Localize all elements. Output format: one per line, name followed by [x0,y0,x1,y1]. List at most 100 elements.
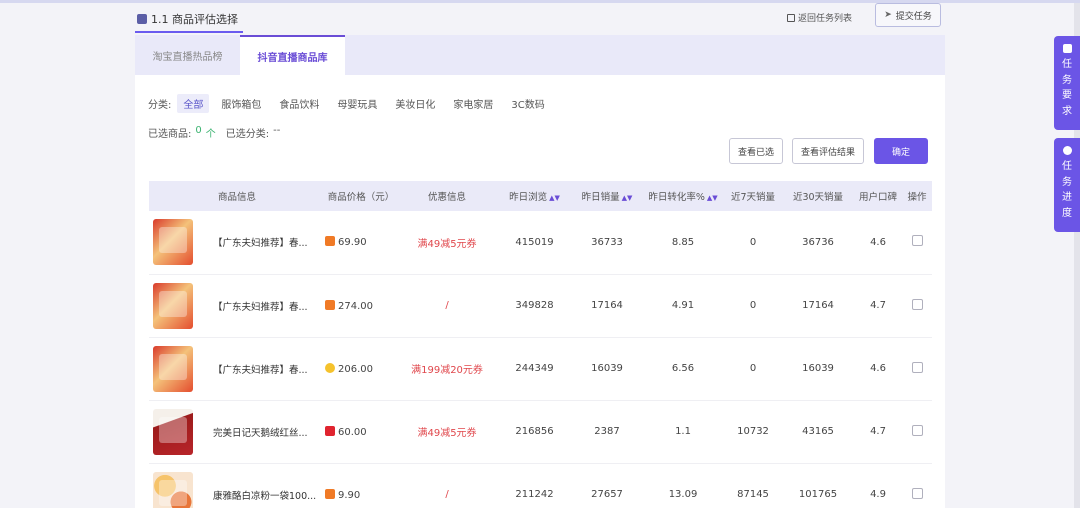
table-row[interactable]: 【广东夫妇推荐】春... 69.90 满49减5元券 415019 36733 8.85 0… [149,211,933,274]
product-image[interactable] [153,219,193,266]
user-rating: 4.9 [870,489,886,500]
task-progress-tab[interactable]: 任 务 进 度 [1054,138,1080,232]
sales-7d: 0 [749,300,757,311]
category-apparel[interactable]: 服饰箱包 [215,94,267,113]
sort-icon[interactable]: ▲▼ [707,194,718,202]
yesterday-sales: 36733 [591,236,623,248]
product-name[interactable]: 完美日记天鹅绒红丝... [197,400,325,463]
product-price: 206.00 [325,337,397,400]
product-panel: 分类: 全部 服饰箱包 食品饮料 母婴玩具 美妆日化 家电家居 3C数码 已选商… [135,75,945,508]
progress-icon [1062,146,1072,155]
view-results-button[interactable]: 查看评估结果 [792,138,864,164]
promo-info: 满49减5元券 [417,428,477,439]
select-checkbox[interactable] [911,298,923,310]
col-sales[interactable]: 昨日销量 ▲▼ [572,181,642,211]
send-icon: ➤ [884,10,892,20]
sort-icon[interactable]: ▲▼ [549,194,560,202]
product-name[interactable]: 【广东夫妇推荐】春... [197,337,325,400]
yesterday-conversion: 1.1 [675,426,691,437]
yesterday-conversion: 6.56 [671,363,695,374]
platform-icon [325,488,336,499]
promo-info: 满199减20元券 [411,365,483,376]
select-checkbox[interactable] [911,361,923,373]
category-all[interactable]: 全部 [177,94,210,113]
category-baby-toys[interactable]: 母婴玩具 [331,94,383,113]
table-row[interactable]: 康雅酪白凉粉一袋100... 9.90 / 211242 27657 13.09 87145… [149,463,932,508]
select-checkbox[interactable] [911,424,923,436]
action-cell [902,400,932,463]
category-filter: 分类: 全部 服饰箱包 食品饮料 母婴玩具 美妆日化 家电家居 3C数码 [148,94,557,113]
yesterday-sales: 17164 [591,300,623,311]
product-name[interactable]: 【广东夫妇推荐】春... [197,211,325,274]
promo-info: / [445,300,449,311]
category-home-appliance[interactable]: 家电家居 [447,94,499,113]
product-image[interactable] [153,282,193,329]
category-food[interactable]: 食品饮料 [273,94,325,113]
product-name[interactable]: 康雅酪白凉粉一袋100... [197,463,325,508]
product-thumb-cell [149,463,197,508]
table-row[interactable]: 【广东夫妇推荐】春... 206.00 满199减20元券 244349 16039 6.… [149,337,933,400]
product-price: 60.00 [325,400,397,463]
col-price: 商品价格（元） [327,192,395,203]
page-title: 1.1 商品评估选择 [137,11,238,27]
sales-7d: 0 [749,363,757,374]
main-content: 1.1 商品评估选择 返回任务列表 ➤ 提交任务 淘宝直播热品榜 抖音直播商品库… [135,3,945,508]
task-requirements-tab[interactable]: 任 务 要 求 [1054,36,1080,130]
product-name[interactable]: 【广东夫妇推荐】春... [197,274,325,337]
action-cell [902,274,932,337]
col-conversion[interactable]: 昨日转化率% ▲▼ [642,181,724,211]
sales-7d: 10732 [737,426,769,437]
product-image[interactable] [153,408,193,455]
col-promo: 优惠信息 [428,192,467,203]
table-row[interactable]: 完美日记天鹅绒红丝... 60.00 满49减5元券 216856 2387 1.1 107… [149,400,933,463]
tab-taobao-live[interactable]: 淘宝直播热品榜 [135,35,240,75]
clipboard-icon [1062,44,1072,53]
confirm-button[interactable]: 确定 [874,138,928,164]
product-price: 274.00 [325,274,397,337]
product-thumb-cell [149,211,197,274]
tab-bar: 淘宝直播热品榜 抖音直播商品库 [135,35,945,75]
title-underline [135,31,243,33]
yesterday-sales: 27657 [591,489,623,500]
sales-7d: 87145 [737,489,769,500]
product-thumb-cell [149,337,197,400]
user-rating: 4.7 [870,426,886,437]
user-rating: 4.6 [870,363,886,374]
selected-category: -- [273,125,281,136]
tab-douyin-live[interactable]: 抖音直播商品库 [240,35,345,75]
product-image[interactable] [153,471,193,508]
yesterday-conversion: 8.85 [671,236,695,248]
back-to-task-list-link[interactable]: 返回任务列表 [787,11,852,24]
product-price: 9.90 [325,463,397,508]
category-beauty[interactable]: 美妆日化 [389,94,441,113]
select-checkbox[interactable] [911,487,923,499]
sales-30d: 101765 [798,489,838,500]
product-thumb-cell [149,274,197,337]
sales-30d: 17164 [802,300,834,311]
yesterday-sales: 2387 [594,426,620,437]
yesterday-sales: 16039 [591,363,623,374]
product-price: 69.90 [325,211,397,274]
platform-icon [325,299,336,310]
view-selected-button[interactable]: 查看已选 [729,138,783,164]
platform-icon [325,236,336,247]
table-row[interactable]: 【广东夫妇推荐】春... 274.00 / 349828 17164 4.91 0 17164… [149,274,933,337]
sales-7d: 0 [749,236,757,248]
col-sales-30d: 近30天销量 [792,192,844,203]
col-rating: 用户口碑 [859,192,898,203]
col-views[interactable]: 昨日浏览 ▲▼ [497,181,572,211]
product-thumb-cell [149,400,197,463]
submit-task-button[interactable]: ➤ 提交任务 [875,3,941,27]
yesterday-views: 211242 [515,489,554,500]
category-3c-digital[interactable]: 3C数码 [505,94,550,113]
layers-icon [137,14,147,24]
action-cell [902,211,932,274]
selection-summary: 已选商品: 0 个 已选分类: -- [148,125,281,140]
sort-icon[interactable]: ▲▼ [622,194,633,202]
product-image[interactable] [153,345,193,392]
select-checkbox[interactable] [911,235,923,247]
sales-30d: 16039 [802,363,834,374]
sales-30d: 36736 [802,236,834,248]
yesterday-conversion: 13.09 [668,489,698,500]
action-cell [902,337,932,400]
